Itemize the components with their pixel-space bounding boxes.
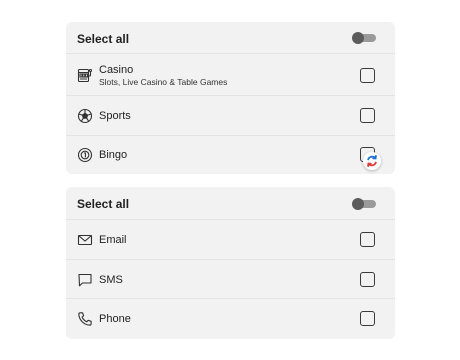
list-item-phone[interactable]: Phone — [66, 299, 395, 339]
item-label: Bingo — [99, 149, 128, 161]
toggle-knob — [352, 198, 364, 210]
phone-checkbox[interactable] — [360, 311, 375, 326]
channels-card: Select all Email SMS Phone — [66, 187, 395, 339]
slot-machine-icon — [77, 67, 93, 83]
select-all-label: Select all — [77, 197, 130, 211]
item-label: Casino — [99, 64, 134, 76]
bingo-ball-icon — [77, 147, 93, 163]
email-checkbox[interactable] — [360, 232, 375, 247]
loading-spinner-icon — [363, 152, 381, 170]
select-all-row: Select all — [66, 187, 395, 220]
item-label: SMS — [99, 274, 123, 286]
list-item-sms[interactable]: SMS — [66, 260, 395, 299]
envelope-icon — [77, 232, 93, 248]
list-item-sports[interactable]: Sports — [66, 96, 395, 136]
sms-checkbox[interactable] — [360, 272, 375, 287]
list-item-casino[interactable]: Casino Slots, Live Casino & Table Games — [66, 54, 395, 96]
chat-bubble-icon — [77, 272, 93, 288]
select-all-label: Select all — [77, 32, 130, 46]
casino-checkbox[interactable] — [360, 68, 375, 83]
item-label: Phone — [99, 313, 131, 325]
phone-icon — [77, 311, 93, 327]
item-sublabel: Slots, Live Casino & Table Games — [99, 77, 228, 87]
item-label: Email — [99, 234, 127, 246]
select-all-toggle[interactable] — [352, 32, 376, 44]
toggle-knob — [352, 32, 364, 44]
products-card: Select all Casino Slots, Live Casino & T… — [66, 22, 395, 174]
list-item-bingo[interactable]: Bingo — [66, 136, 395, 174]
list-item-email[interactable]: Email — [66, 220, 395, 260]
select-all-toggle[interactable] — [352, 198, 376, 210]
sports-checkbox[interactable] — [360, 108, 375, 123]
item-label: Sports — [99, 110, 131, 122]
football-icon — [77, 108, 93, 124]
select-all-row: Select all — [66, 22, 395, 54]
